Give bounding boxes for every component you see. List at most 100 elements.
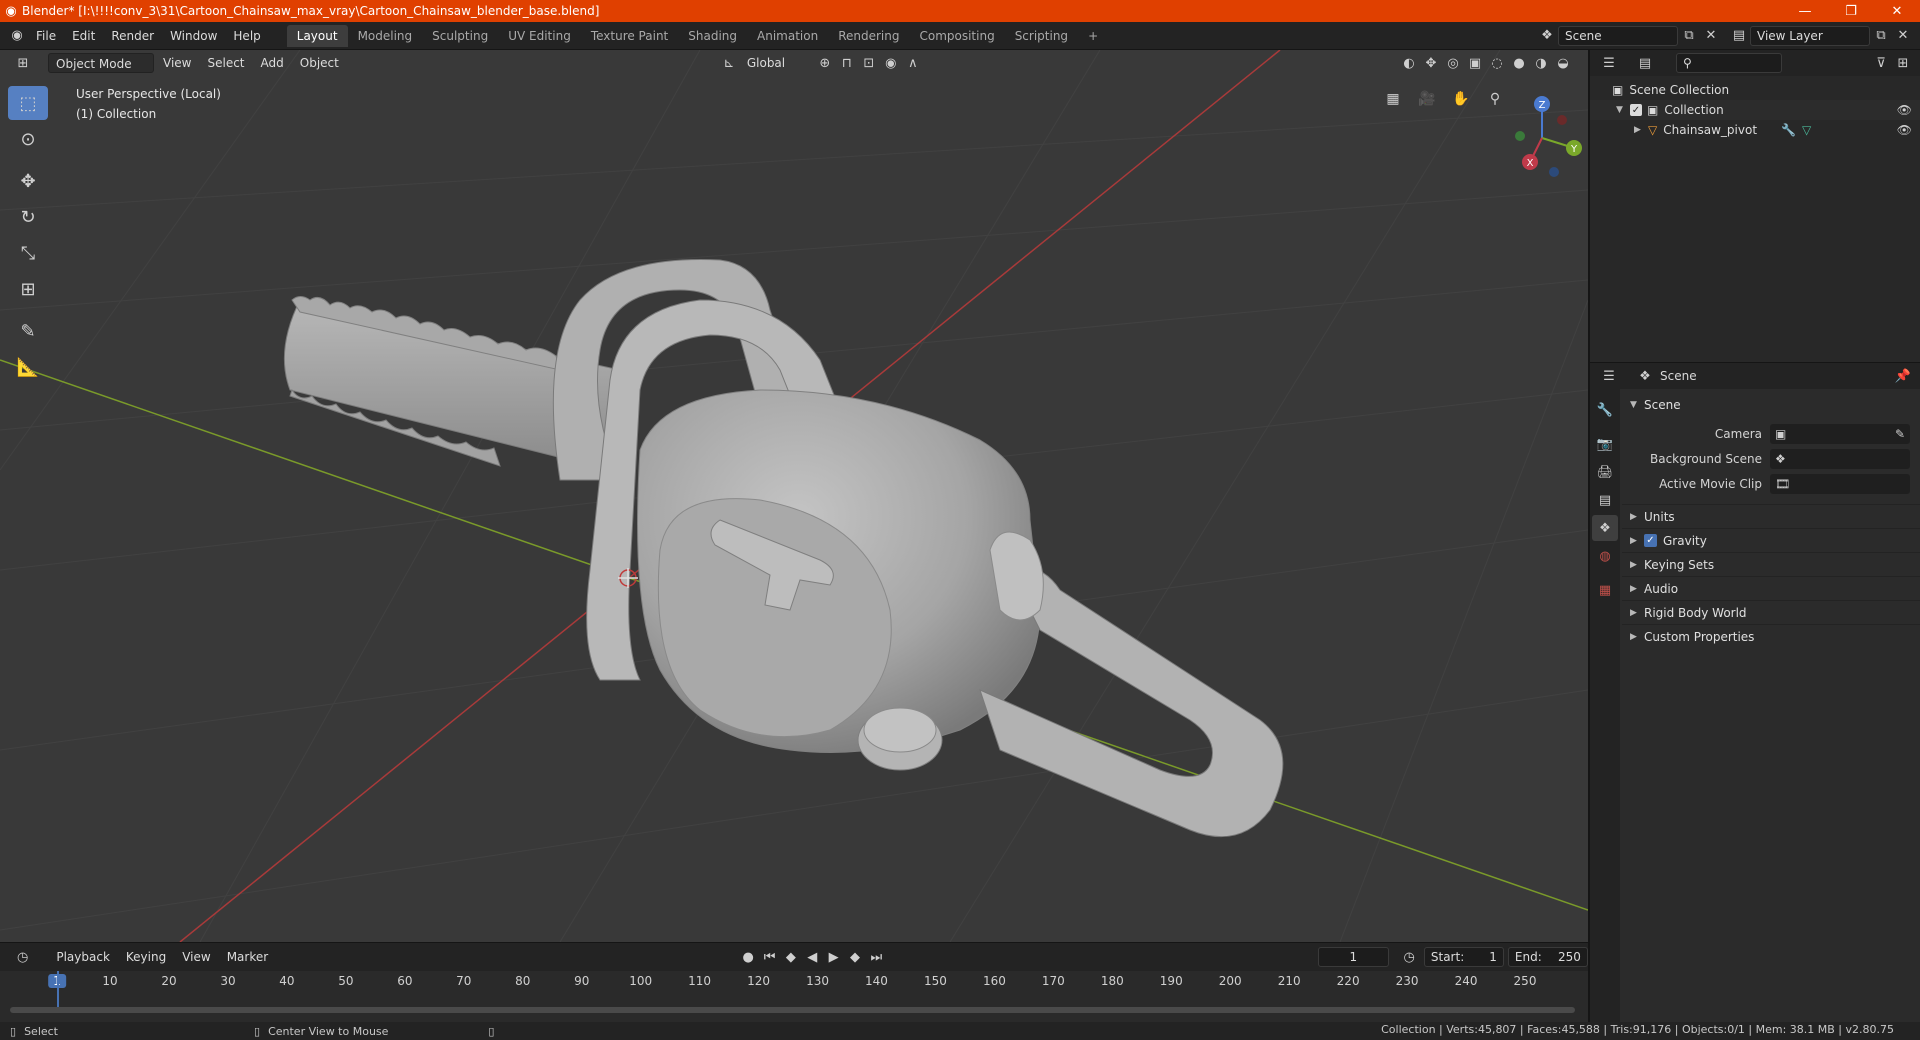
- tab-sculpting[interactable]: Sculpting: [422, 25, 498, 47]
- delete-scene-icon[interactable]: ✕: [1700, 25, 1722, 47]
- timeline-editor-type-icon[interactable]: ◷: [12, 946, 33, 968]
- outliner-scene-collection[interactable]: ▣ Scene Collection: [1590, 80, 1920, 100]
- rotate-tool-icon[interactable]: ↻: [8, 200, 48, 234]
- menu-object[interactable]: Object: [293, 53, 346, 73]
- timeline-view-menu[interactable]: View: [175, 947, 217, 967]
- menu-view[interactable]: View: [156, 53, 198, 73]
- preview-range-icon[interactable]: ◷: [1399, 946, 1420, 968]
- measure-tool-icon[interactable]: 📐: [8, 350, 48, 384]
- camera-field[interactable]: ▣ ✎: [1770, 423, 1910, 444]
- pivot-point-icon[interactable]: ⊕: [814, 52, 836, 74]
- toggle-camera-grid-icon[interactable]: ▦: [1380, 86, 1406, 112]
- menu-help[interactable]: Help: [225, 25, 268, 47]
- close-button[interactable]: ✕: [1874, 0, 1920, 22]
- view-layer-icon[interactable]: ▤: [1728, 25, 1750, 47]
- visibility-icon[interactable]: ◐: [1398, 52, 1420, 74]
- scene-selector[interactable]: Scene: [1558, 25, 1678, 46]
- tool-tab-icon[interactable]: 🔧: [1592, 397, 1618, 423]
- keying-menu[interactable]: Keying: [119, 947, 173, 967]
- mesh-data-icon[interactable]: ▽: [1802, 123, 1811, 137]
- menu-edit[interactable]: Edit: [64, 25, 103, 47]
- tab-shading[interactable]: Shading: [678, 25, 747, 47]
- editor-type-icon[interactable]: ⊞: [12, 52, 34, 74]
- rigid-body-world-panel[interactable]: ▶ Rigid Body World: [1622, 600, 1920, 624]
- units-panel[interactable]: ▶ Units: [1622, 504, 1920, 528]
- collection-checkbox[interactable]: ✓: [1630, 104, 1642, 116]
- new-collection-icon[interactable]: ⊞: [1892, 52, 1914, 74]
- blender-menu-icon[interactable]: ◉: [6, 25, 28, 47]
- gravity-panel[interactable]: ▶ ✓ Gravity: [1622, 528, 1920, 552]
- jump-start-icon[interactable]: ⏮: [759, 946, 780, 968]
- gravity-checkbox[interactable]: ✓: [1644, 534, 1657, 547]
- playhead[interactable]: [57, 971, 59, 1009]
- wireframe-shading-icon[interactable]: ◌: [1486, 52, 1508, 74]
- cursor-tool-icon[interactable]: ⊙: [8, 122, 48, 156]
- current-frame-field[interactable]: 1: [1318, 947, 1389, 967]
- navigation-gizmo[interactable]: Z Y X: [1500, 90, 1588, 180]
- menu-render[interactable]: Render: [103, 25, 162, 47]
- proportional-falloff-icon[interactable]: ∧: [902, 52, 924, 74]
- material-shading-icon[interactable]: ◑: [1530, 52, 1552, 74]
- tab-uv-editing[interactable]: UV Editing: [498, 25, 581, 47]
- modifier-icon[interactable]: 🔧: [1781, 123, 1796, 137]
- transform-tool-icon[interactable]: ⊞: [8, 272, 48, 306]
- outliner-collection-row[interactable]: ▼ ✓ ▣ Collection 👁: [1590, 100, 1920, 120]
- audio-panel[interactable]: ▶ Audio: [1622, 576, 1920, 600]
- menu-file[interactable]: File: [28, 25, 64, 47]
- snap-icon[interactable]: ⊓: [836, 52, 858, 74]
- render-tab-icon[interactable]: 📷: [1592, 431, 1618, 457]
- record-icon[interactable]: ●: [738, 946, 759, 968]
- jump-keyframe-back-icon[interactable]: ◆: [780, 946, 801, 968]
- frame-end-field[interactable]: End: 250: [1507, 947, 1588, 967]
- maximize-button[interactable]: ❐: [1828, 0, 1874, 22]
- properties-editor-type-icon[interactable]: ☰: [1598, 365, 1620, 387]
- scale-tool-icon[interactable]: ⤡: [8, 236, 48, 270]
- tab-texture-paint[interactable]: Texture Paint: [581, 25, 678, 47]
- custom-properties-panel[interactable]: ▶ Custom Properties: [1622, 624, 1920, 648]
- tab-layout[interactable]: Layout: [286, 24, 348, 47]
- timeline-scrollbar[interactable]: [10, 1007, 1575, 1013]
- play-icon[interactable]: ▶: [823, 946, 844, 968]
- display-mode-icon[interactable]: ▤: [1634, 52, 1656, 74]
- transform-orientation-icon[interactable]: ⊾: [718, 52, 740, 74]
- view-layer-tab-icon[interactable]: ▤: [1592, 487, 1618, 513]
- keying-sets-panel[interactable]: ▶ Keying Sets: [1622, 552, 1920, 576]
- world-tab-icon[interactable]: ◍: [1592, 543, 1618, 569]
- snap-target-icon[interactable]: ⊡: [858, 52, 880, 74]
- outliner-search-input[interactable]: ⚲: [1676, 53, 1782, 73]
- minimize-button[interactable]: —: [1782, 0, 1828, 22]
- marker-menu[interactable]: Marker: [220, 947, 275, 967]
- annotate-tool-icon[interactable]: ✎: [8, 314, 48, 348]
- object-eye-icon[interactable]: 👁: [1897, 123, 1912, 137]
- active-movie-clip-field[interactable]: 🎞: [1770, 473, 1910, 494]
- collection-eye-icon[interactable]: 👁: [1897, 103, 1912, 117]
- add-workspace-button[interactable]: +: [1078, 25, 1108, 47]
- collapse-arrow-icon[interactable]: ▶: [1634, 125, 1648, 135]
- view-layer-selector[interactable]: View Layer: [1750, 25, 1870, 46]
- camera-view-icon[interactable]: 🎥: [1414, 86, 1440, 112]
- play-reverse-icon[interactable]: ◀: [802, 946, 823, 968]
- jump-keyframe-forward-icon[interactable]: ◆: [844, 946, 865, 968]
- tab-compositing[interactable]: Compositing: [909, 25, 1004, 47]
- expand-arrow-icon[interactable]: ▼: [1616, 105, 1630, 115]
- select-box-tool-icon[interactable]: ⬚: [8, 86, 48, 120]
- outliner-editor-type-icon[interactable]: ☰: [1598, 52, 1620, 74]
- delete-view-layer-icon[interactable]: ✕: [1892, 25, 1914, 47]
- pin-icon[interactable]: 📌: [1892, 365, 1914, 387]
- scene-icon[interactable]: ❖: [1536, 25, 1558, 47]
- tab-rendering[interactable]: Rendering: [828, 25, 909, 47]
- timeline-ruler[interactable]: 1102030405060708090100110120130140150160…: [0, 971, 1588, 993]
- menu-select[interactable]: Select: [200, 53, 251, 73]
- jump-end-icon[interactable]: ⏭: [866, 946, 887, 968]
- solid-shading-icon[interactable]: ●: [1508, 52, 1530, 74]
- pan-view-icon[interactable]: ✋: [1448, 86, 1474, 112]
- mode-selector[interactable]: Object Mode: [48, 53, 154, 73]
- gizmo-toggle-icon[interactable]: ✥: [1420, 52, 1442, 74]
- proportional-editing-icon[interactable]: ◉: [880, 52, 902, 74]
- tab-animation[interactable]: Animation: [747, 25, 828, 47]
- filter-icon[interactable]: ⊽: [1870, 52, 1892, 74]
- rendered-shading-icon[interactable]: ◒: [1552, 52, 1574, 74]
- outliner-object-row[interactable]: ▶ ▽ Chainsaw_pivot 🔧 ▽ 👁: [1590, 120, 1920, 140]
- texture-tab-icon[interactable]: ▦: [1592, 577, 1618, 603]
- frame-start-field[interactable]: Start: 1: [1423, 947, 1504, 967]
